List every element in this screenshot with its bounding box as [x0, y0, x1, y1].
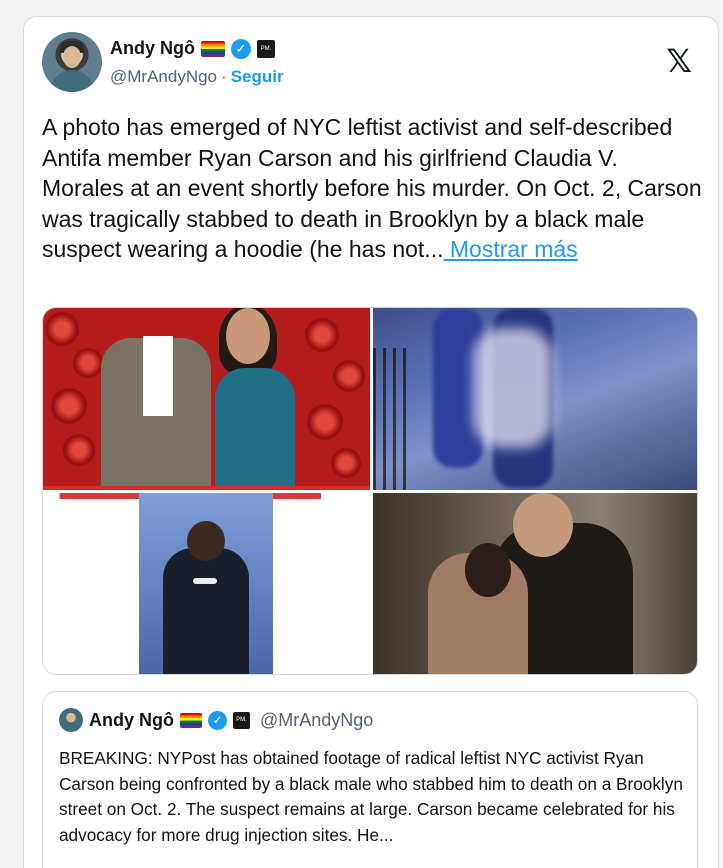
- cropped-caption-strip: [43, 486, 370, 490]
- media-photo-couple-selfie[interactable]: [373, 493, 697, 674]
- man-head: [513, 493, 573, 557]
- suspect-head: [187, 521, 225, 561]
- quoted-tweet[interactable]: Andy Ngô ✓ PM. @MrAndyNgo BREAKING: NYPo…: [42, 691, 698, 868]
- pride-flag-icon: [201, 40, 225, 57]
- tweet-text: A photo has emerged of NYC leftist activ…: [42, 114, 702, 262]
- quoted-author-name: Andy Ngô: [89, 709, 174, 730]
- follow-button[interactable]: Seguir: [231, 67, 284, 87]
- railing: [373, 348, 413, 490]
- quoted-tweet-header: Andy Ngô ✓ PM. @MrAndyNgo: [59, 708, 373, 732]
- separator-dot: ·: [221, 67, 227, 86]
- avatar-shoulders: [50, 70, 94, 92]
- verified-icon: ✓: [208, 710, 227, 730]
- tweet-body: A photo has emerged of NYC leftist activ…: [42, 112, 702, 265]
- quoted-author-avatar: [59, 708, 83, 732]
- x-logo-icon[interactable]: 𝕏: [664, 45, 694, 77]
- rose-decoration: [307, 404, 343, 440]
- author-name-row: Andy Ngô ✓ PM.: [110, 38, 275, 59]
- blur-overlay: [473, 328, 553, 448]
- affiliation-badge-icon: PM.: [233, 711, 250, 729]
- author-avatar[interactable]: [42, 32, 102, 92]
- tweet-media-grid: [42, 307, 698, 675]
- author-name[interactable]: Andy Ngô: [110, 38, 195, 59]
- quoted-author-handle: @MrAndyNgo: [260, 709, 374, 730]
- top-cropped-area: [0, 0, 723, 14]
- verified-icon: ✓: [231, 38, 251, 59]
- author-handle-row: @MrAndyNgo · Seguir: [110, 67, 284, 87]
- rose-decoration: [331, 448, 361, 478]
- rose-decoration: [305, 318, 339, 352]
- rose-decoration: [63, 434, 95, 466]
- suspect-figure: [163, 548, 249, 674]
- pride-flag-icon: [180, 712, 202, 728]
- tweet-card: Andy Ngô ✓ PM. @MrAndyNgo · Seguir 𝕏 A p…: [23, 16, 719, 868]
- author-handle[interactable]: @MrAndyNgo: [110, 67, 217, 87]
- quoted-tweet-text: BREAKING: NYPost has obtained footage of…: [59, 748, 683, 845]
- woman-figure: [215, 368, 295, 490]
- rose-decoration: [333, 360, 365, 392]
- media-photo-suspect[interactable]: [43, 493, 370, 674]
- rose-decoration: [45, 312, 79, 346]
- media-photo-street-footage[interactable]: [373, 308, 697, 490]
- woman-head: [465, 543, 511, 597]
- rose-decoration: [51, 388, 87, 424]
- media-photo-couple-roses[interactable]: [43, 308, 370, 490]
- hoodie-logo: [193, 578, 217, 584]
- affiliation-badge-icon[interactable]: PM.: [257, 39, 275, 58]
- tweet-header: Andy Ngô ✓ PM. @MrAndyNgo · Seguir 𝕏: [42, 32, 702, 92]
- rose-decoration: [73, 348, 103, 378]
- woman-head: [226, 308, 270, 364]
- avatar-face: [63, 46, 81, 68]
- man-shirt: [143, 336, 173, 416]
- show-more-link[interactable]: Mostrar más: [443, 236, 578, 262]
